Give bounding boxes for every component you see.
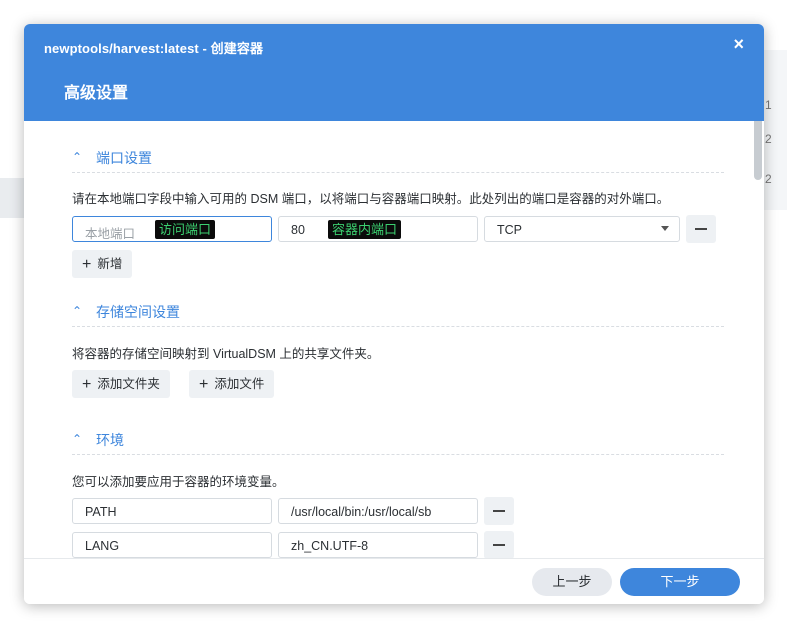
previous-button[interactable]: 上一步 (532, 568, 612, 596)
create-container-dialog: newptools/harvest:latest - 创建容器 × 高级设置 ⌃… (24, 24, 764, 604)
plus-icon: + (82, 256, 92, 273)
protocol-value: TCP (497, 223, 522, 237)
button-label: 添加文件 (214, 377, 265, 391)
plus-icon: + (199, 376, 209, 393)
plus-icon: + (82, 376, 92, 393)
dialog-body[interactable]: ⌃ 端口设置 请在本地端口字段中输入可用的 DSM 端口，以将端口与容器端口映射… (24, 121, 764, 558)
background-text: 2 (765, 172, 772, 186)
env-description: 您可以添加要应用于容器的环境变量。 (72, 475, 285, 489)
background-text: 1 (765, 98, 772, 112)
chevron-up-icon: ⌃ (72, 304, 83, 318)
background-panel-right: 1 2 2 (762, 50, 787, 210)
add-port-button[interactable]: + 新增 (72, 250, 133, 278)
env-value-value: zh_CN.UTF-8 (291, 539, 369, 553)
protocol-select[interactable]: TCP (484, 216, 680, 242)
remove-port-button[interactable] (686, 215, 716, 243)
local-port-placeholder: 本地端口 (85, 227, 136, 241)
background-text: 2 (765, 132, 772, 146)
env-name-value: PATH (85, 505, 117, 519)
env-name-input[interactable]: LANG (72, 532, 272, 558)
page-title: 高级设置 (64, 85, 129, 102)
env-value-input[interactable]: /usr/local/bin:/usr/local/sb (278, 498, 478, 524)
annotation-label: 容器内端口 (328, 220, 402, 239)
background-panel-left (0, 178, 24, 218)
annotation-label: 访问端口 (155, 220, 216, 239)
caret-down-icon (661, 226, 669, 231)
section-header-ports[interactable]: ⌃ 端口设置 (72, 148, 724, 173)
add-folder-button[interactable]: + 添加文件夹 (72, 370, 170, 398)
close-icon[interactable]: × (733, 34, 744, 55)
section-title: 环境 (96, 432, 124, 448)
port-description: 请在本地端口字段中输入可用的 DSM 端口，以将端口与容器端口映射。此处列出的端… (72, 192, 670, 206)
section-title: 端口设置 (96, 150, 152, 166)
remove-env-button[interactable] (484, 531, 514, 558)
dialog-footer: 上一步 下一步 (24, 558, 764, 604)
section-header-environment[interactable]: ⌃ 环境 (72, 430, 724, 455)
env-value-value: /usr/local/bin:/usr/local/sb (291, 505, 432, 519)
scrollbar[interactable] (754, 121, 762, 180)
section-title: 存储空间设置 (96, 304, 180, 320)
container-port-value: 80 (291, 223, 305, 237)
section-header-storage[interactable]: ⌃ 存储空间设置 (72, 302, 724, 327)
env-name-input[interactable]: PATH (72, 498, 272, 524)
env-value-input[interactable]: zh_CN.UTF-8 (278, 532, 478, 558)
dialog-header: newptools/harvest:latest - 创建容器 × 高级设置 (24, 24, 764, 121)
remove-env-button[interactable] (484, 497, 514, 525)
storage-description: 将容器的存储空间映射到 VirtualDSM 上的共享文件夹。 (72, 347, 380, 361)
env-name-value: LANG (85, 539, 120, 553)
button-label: 新增 (97, 257, 123, 271)
button-label: 添加文件夹 (97, 377, 160, 391)
chevron-up-icon: ⌃ (72, 432, 83, 446)
dialog-title: newptools/harvest:latest - 创建容器 (44, 41, 264, 56)
add-file-button[interactable]: + 添加文件 (189, 370, 275, 398)
chevron-up-icon: ⌃ (72, 150, 83, 164)
next-button[interactable]: 下一步 (620, 568, 740, 596)
